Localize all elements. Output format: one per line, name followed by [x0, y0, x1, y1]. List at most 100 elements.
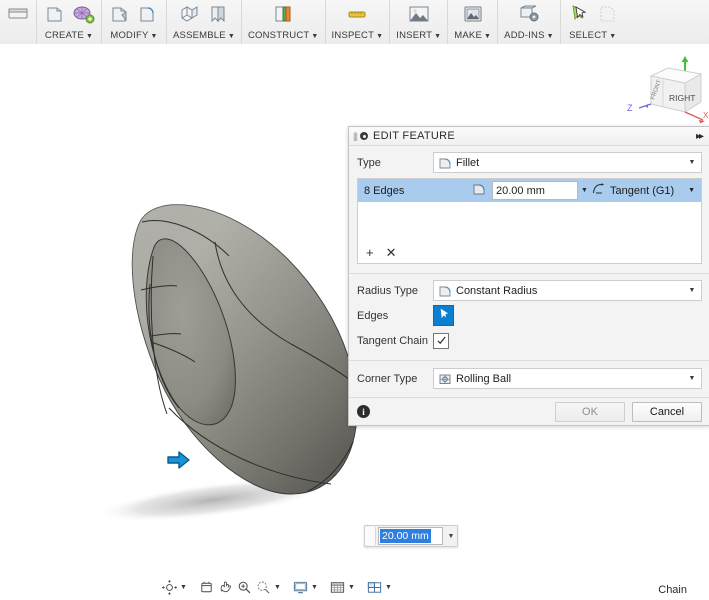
toolbar-label-addins-text: ADD-INS — [504, 30, 545, 41]
constant-radius-icon — [438, 284, 452, 298]
edit-feature-dialog[interactable]: ||| EDIT FEATURE ▸▸ Type Fillet ▼ 8 Edge… — [348, 126, 709, 426]
viewports-dropdown-icon[interactable]: ▼ — [384, 584, 393, 591]
inline-input-grip[interactable] — [365, 527, 376, 545]
pan-icon[interactable] — [197, 579, 215, 597]
3d-print-icon[interactable] — [461, 2, 485, 26]
main-toolbar: CREATE ▼ MODIFY ▼ ASSEMBLE ▼ CONSTRUCT ▼… — [0, 0, 709, 45]
tangent-chain-checkbox[interactable] — [433, 332, 449, 349]
toolbar-label-modify: MODIFY ▼ — [110, 30, 158, 41]
row-corner-type: Corner Type Rolling Ball ▼ — [357, 367, 702, 390]
measure-icon[interactable] — [345, 2, 369, 26]
edges-select-button[interactable] — [433, 305, 454, 326]
toolbar-label-construct: CONSTRUCT ▼ — [247, 30, 319, 41]
toolbar-label-make: MAKE ▼ — [454, 30, 492, 41]
edge-list-row[interactable]: 8 Edges 20.00 mm ▼ Tangent (G1) ▼ — [358, 179, 701, 202]
inline-input-field[interactable]: 20.00 mm — [378, 527, 443, 545]
offset-plane-icon[interactable] — [271, 2, 295, 26]
toolbar-group-assemble[interactable]: ASSEMBLE ▼ — [167, 0, 242, 44]
display-settings-icon[interactable] — [291, 579, 309, 597]
toolbar-label-modify-text: MODIFY — [110, 30, 149, 41]
row-radius-type: Radius Type Constant Radius ▼ — [357, 279, 702, 302]
row-tangent-chain: Tangent Chain — [357, 329, 702, 352]
toolbar-label-insert: INSERT ▼ — [396, 30, 442, 41]
type-dropdown[interactable]: Fillet ▼ — [433, 152, 702, 173]
edge-continuity-value: Tangent (G1) — [610, 184, 675, 197]
toolbar-group-addins[interactable]: ADD-INS ▼ — [498, 0, 561, 44]
zoom-dropdown-icon[interactable]: ▼ — [273, 584, 282, 591]
edge-continuity-dropdown[interactable]: Tangent (G1) ▼ — [591, 182, 698, 199]
edge-selection-list[interactable]: 8 Edges 20.00 mm ▼ Tangent (G1) ▼ + ✕ — [357, 178, 702, 264]
toolbar-label-inspect: INSPECT ▼ — [331, 30, 384, 41]
dialog-drag-grip[interactable]: ||| — [353, 131, 358, 141]
press-pull-icon[interactable] — [108, 2, 132, 26]
edge-set-icon — [472, 182, 486, 199]
corner-type-value: Rolling Ball — [456, 372, 512, 385]
chevron-down-icon[interactable]: ▼ — [685, 375, 699, 382]
tangent-g1-icon — [591, 182, 605, 199]
cancel-button[interactable]: Cancel — [632, 401, 702, 422]
new-component-icon[interactable] — [178, 2, 202, 26]
edge-radius-input[interactable]: 20.00 mm — [492, 181, 578, 200]
orbit-dropdown-icon[interactable]: ▼ — [179, 584, 188, 591]
select-cursor-icon[interactable] — [567, 2, 591, 26]
zoom-icon[interactable] — [235, 579, 253, 597]
toolbar-group-insert[interactable]: INSERT ▼ — [390, 0, 449, 44]
zoom-window-icon[interactable] — [254, 579, 272, 597]
collapse-chevrons-icon[interactable]: ▸▸ — [696, 131, 706, 142]
toolbar-group-create[interactable]: CREATE ▼ — [37, 0, 102, 44]
row-edges: Edges — [357, 304, 702, 327]
fillet-icon[interactable] — [136, 2, 160, 26]
select-cursor-icon — [438, 308, 450, 323]
toolbar-label-select-text: SELECT — [569, 30, 608, 41]
dialog-type-section: Type Fillet ▼ 8 Edges 20.00 mm ▼ Tangent… — [349, 146, 709, 273]
inline-radius-input[interactable]: 20.00 mm ▼ — [364, 525, 458, 547]
dialog-title-bar[interactable]: ||| EDIT FEATURE ▸▸ — [349, 127, 709, 146]
viewcube-face-front-label: RIGHT — [669, 93, 695, 103]
edge-count-label: 8 Edges — [364, 184, 405, 197]
scripts-addins-icon[interactable] — [517, 2, 541, 26]
orbit-icon[interactable] — [160, 579, 178, 597]
toolbar-label-make-text: MAKE — [454, 30, 483, 41]
corner-type-dropdown[interactable]: Rolling Ball ▼ — [433, 368, 702, 389]
chevron-down-icon[interactable]: ▼ — [685, 287, 699, 294]
toolbar-group-make[interactable]: MAKE ▼ — [448, 0, 499, 44]
toolbar-label-inspect-text: INSPECT — [331, 30, 375, 41]
remove-selection-button[interactable]: ✕ — [386, 246, 397, 259]
extrude-icon[interactable] — [43, 2, 67, 26]
toolbar-label-assemble: ASSEMBLE ▼ — [173, 30, 235, 41]
grid-snaps-icon[interactable] — [328, 579, 346, 597]
toolbar-label-create: CREATE ▼ — [44, 30, 94, 41]
label-radius-type: Radius Type — [357, 284, 418, 297]
ok-button[interactable]: OK — [555, 401, 625, 422]
add-selection-button[interactable]: + — [366, 246, 374, 259]
toolbar-group-select[interactable]: SELECT ▼ — [561, 0, 625, 44]
radius-type-dropdown[interactable]: Constant Radius ▼ — [433, 280, 702, 301]
display-settings-dropdown-icon[interactable]: ▼ — [310, 584, 319, 591]
inline-input-dropdown-icon[interactable]: ▼ — [445, 533, 457, 540]
toolbar-group-sketch[interactable] — [0, 0, 37, 44]
toolbar-group-inspect[interactable]: INSPECT ▼ — [326, 0, 391, 44]
radius-type-value: Constant Radius — [456, 284, 538, 297]
toolbar-group-modify[interactable]: MODIFY ▼ — [102, 0, 167, 44]
select-window-icon[interactable] — [595, 2, 619, 26]
viewports-icon[interactable] — [365, 579, 383, 597]
grid-snaps-dropdown-icon[interactable]: ▼ — [347, 584, 356, 591]
edge-radius-dropdown-icon[interactable]: ▼ — [578, 187, 591, 194]
joint-icon[interactable] — [206, 2, 230, 26]
sketch-icon[interactable] — [6, 2, 30, 26]
toolbar-label-create-text: CREATE — [44, 30, 84, 41]
create-form-icon[interactable] — [71, 2, 95, 26]
insert-mesh-icon[interactable] — [407, 2, 431, 26]
checkmark-icon — [436, 336, 446, 345]
view-cube[interactable]: RIGHT FRONT X Z — [623, 54, 709, 126]
dialog-options-section: Radius Type Constant Radius ▼ Edges Tang… — [349, 274, 709, 360]
info-icon[interactable]: i — [357, 405, 370, 418]
label-corner-type: Corner Type — [357, 372, 418, 385]
fillet-icon — [438, 156, 452, 170]
toolbar-group-construct[interactable]: CONSTRUCT ▼ — [242, 0, 326, 44]
status-right-label: Chain — [658, 584, 687, 596]
look-at-icon[interactable] — [216, 579, 234, 597]
dialog-footer: i OK Cancel — [349, 397, 709, 425]
chevron-down-icon[interactable]: ▼ — [685, 159, 699, 166]
chevron-down-icon[interactable]: ▼ — [688, 187, 698, 194]
